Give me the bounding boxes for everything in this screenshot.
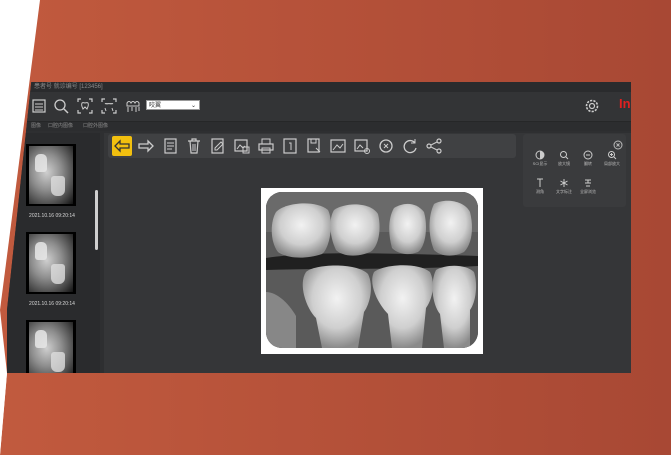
window-title: 患者号 就诊编号 [123456] bbox=[34, 84, 103, 90]
panel-item-label: 文字标注 bbox=[556, 189, 572, 194]
share-icon[interactable] bbox=[424, 136, 444, 156]
thumbnail-3[interactable] bbox=[26, 320, 76, 373]
teeth-icon[interactable] bbox=[124, 97, 142, 115]
sidebar-scrollbar[interactable] bbox=[95, 190, 98, 250]
save-image-icon[interactable] bbox=[304, 136, 324, 156]
brand-logo: In bbox=[619, 96, 631, 111]
image-settings-icon[interactable] bbox=[352, 136, 372, 156]
tool-panel: SCI显示 放大镜 翻转 局部放大 测角 文字标注 全屏浏览 bbox=[523, 134, 626, 207]
close-icon[interactable] bbox=[613, 137, 623, 150]
tooth-frame-icon[interactable] bbox=[76, 97, 94, 115]
fullscreen-icon bbox=[585, 179, 591, 187]
back-arrow-icon[interactable] bbox=[112, 136, 132, 156]
zoom-icon[interactable] bbox=[52, 97, 70, 115]
export-image-icon[interactable] bbox=[232, 136, 252, 156]
panel-item-label: 测角 bbox=[536, 189, 544, 194]
panel-item-text[interactable]: 文字标注 bbox=[551, 178, 577, 195]
xray-image-frame[interactable] bbox=[261, 188, 483, 354]
thumbnail-1[interactable] bbox=[26, 144, 76, 206]
magnifier-icon bbox=[560, 151, 569, 160]
asterisk-icon bbox=[560, 179, 568, 187]
settings-gear-icon[interactable] bbox=[583, 97, 601, 115]
thumbnail-1-label: 2021.10.16 09:20:14 bbox=[29, 213, 75, 219]
teeth-scan-icon[interactable] bbox=[100, 97, 118, 115]
local-zoom-icon bbox=[608, 151, 617, 160]
flip-icon bbox=[583, 150, 593, 160]
thumbnail-2-label: 2021.10.16 09:20:14 bbox=[29, 301, 75, 307]
exam-type-value: 咬翼 bbox=[149, 103, 162, 109]
tab-intraoral[interactable]: 口腔内图像 bbox=[48, 122, 73, 131]
thumbnail-image bbox=[29, 146, 73, 204]
print-icon[interactable] bbox=[256, 136, 276, 156]
angle-icon bbox=[537, 178, 543, 187]
edit-document-icon[interactable] bbox=[208, 136, 228, 156]
panel-item-fullscreen[interactable]: 全屏浏览 bbox=[575, 178, 601, 195]
xray-teeth-graphic bbox=[266, 192, 478, 348]
thumbnail-image bbox=[29, 322, 73, 373]
panel-item-label: 全屏浏览 bbox=[580, 189, 596, 194]
thumbnail-image bbox=[29, 234, 73, 292]
delete-icon[interactable] bbox=[184, 136, 204, 156]
panel-item-flip[interactable]: 翻转 bbox=[575, 150, 601, 167]
contrast-icon bbox=[535, 150, 545, 160]
thumbnail-2[interactable] bbox=[26, 232, 76, 294]
tab-bar: 图像 口腔内图像 口腔外图像 bbox=[7, 122, 631, 131]
chevron-down-icon: ⌄ bbox=[190, 103, 196, 109]
report-icon[interactable] bbox=[160, 136, 180, 156]
image-toolbar bbox=[108, 134, 516, 158]
panel-item-magnifier[interactable]: 放大镜 bbox=[551, 150, 577, 167]
list-icon[interactable] bbox=[30, 97, 48, 115]
top-toolbar: 咬翼 ⌄ In bbox=[7, 92, 631, 122]
panel-item-local-zoom[interactable]: 局部放大 bbox=[599, 150, 625, 167]
panel-item-label: 局部放大 bbox=[604, 161, 620, 166]
panel-item-label: 放大镜 bbox=[558, 161, 570, 166]
refresh-icon[interactable] bbox=[400, 136, 420, 156]
xray-image bbox=[266, 192, 478, 348]
tab-images[interactable]: 图像 bbox=[31, 122, 41, 131]
single-view-icon[interactable] bbox=[280, 136, 300, 156]
title-bar: 患者号 就诊编号 [123456] bbox=[7, 82, 631, 92]
panel-item-angle[interactable]: 测角 bbox=[527, 178, 553, 195]
panel-item-label: 翻转 bbox=[584, 161, 592, 166]
forward-arrow-icon[interactable] bbox=[136, 136, 156, 156]
image-icon[interactable] bbox=[328, 136, 348, 156]
panel-item-sci[interactable]: SCI显示 bbox=[527, 150, 553, 167]
sync-icon[interactable] bbox=[376, 136, 396, 156]
exam-type-select[interactable]: 咬翼 ⌄ bbox=[146, 100, 200, 110]
tab-extraoral[interactable]: 口腔外图像 bbox=[83, 122, 108, 131]
panel-item-label: SCI显示 bbox=[532, 161, 548, 166]
